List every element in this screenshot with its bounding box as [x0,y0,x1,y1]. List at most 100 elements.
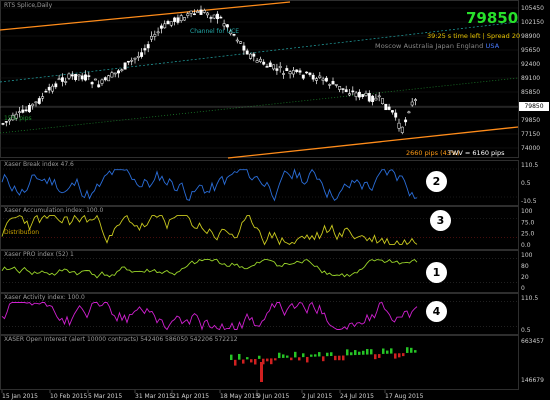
city-england: England [456,42,486,50]
oi-bar [402,353,405,357]
price-tag: 79850 [519,102,549,111]
oi-bar [370,349,373,355]
oi-bar [258,355,261,359]
candle-body [107,75,111,82]
pips-text: 2660 pips [406,149,439,157]
pane-subtitle: Distribution [4,229,39,236]
candle-body [51,85,54,92]
pane-title: XASER Open Interest (alert 10000 contrac… [4,336,238,343]
time-left: 39:25 s time left | Spread 20 [427,32,521,40]
trading-chart[interactable]: 1054501021509890095650924008910085850826… [0,0,550,400]
candle-body [371,95,375,102]
oi-bar [334,355,337,361]
oi-bar [274,358,277,361]
pane-title: Xaser Activity index: 100.0 [4,294,85,301]
candle-body [183,17,186,21]
candle-body [103,77,107,81]
oi-bar [386,350,389,354]
oi-bar [414,350,417,353]
candle-body [305,71,309,74]
pane-tick-label: 663457 [521,338,544,345]
current-price: 79850 [466,9,519,27]
candle-body [123,62,127,70]
candle-body [216,13,219,20]
oi-bar [230,354,233,360]
price-tick-label: 92400 [521,61,540,68]
price-tick-label: 85850 [521,89,540,96]
oi-bar [270,358,273,365]
time-tick-label: 5 Mar 2015 [88,393,122,400]
candle-body [407,111,411,114]
candle-body [110,72,114,78]
candle-body [41,96,45,99]
candle-body [153,34,157,37]
candle-body [1,123,5,125]
oi-bar [378,354,381,358]
time-left-text: 39:25 s time left [427,32,481,40]
time-tick-label: 24 Jul 2015 [340,393,374,400]
candle-body [410,101,414,106]
candle-body [159,25,163,29]
candle-body [60,77,64,82]
oi-bar [314,354,317,357]
candle-body [54,83,58,88]
candle-body [285,68,289,71]
candle-body [120,69,124,72]
candle-body [348,93,351,96]
dn-label: 15% pips [4,115,32,122]
candle-body [275,68,279,71]
price-tick-label: 77150 [521,131,540,138]
oi-bar [394,353,397,359]
candle-body [315,78,318,81]
candle-body [321,78,325,81]
oi-bar [366,349,369,355]
oi-bar [266,358,269,362]
pane-tick-label: 0 [521,285,525,292]
candle-body [268,62,272,68]
oi-bar [358,351,361,355]
pane-badge-activity: 4 [426,301,447,322]
city-australia: Australia [403,42,436,50]
candle-body [202,10,206,13]
candle-body [143,48,147,51]
candle-body [140,52,144,57]
city-usa: USA [485,42,500,50]
pane-badge-accum: 3 [430,210,451,231]
price-tick-label: 95650 [521,47,540,54]
candle-body [163,23,167,29]
oi-bar [234,359,237,366]
candle-body [390,110,394,113]
candle-body [341,88,345,90]
candle-body [117,70,120,74]
session-cities: Moscow Australia Japan England USA [375,42,499,50]
price-tick-label: 102150 [521,19,544,26]
candle-body [387,106,391,110]
candle-body [361,94,365,97]
oi-bar [322,356,325,362]
price-tick-label: 79850 [521,117,540,124]
candle-body [156,31,160,34]
candle-body [34,101,38,104]
candle-body [262,61,266,65]
city-japan: Japan [435,42,457,50]
candle-body [225,24,229,28]
candle-body [288,71,292,75]
candle-body [24,109,28,112]
time-tick-label: 17 Aug 2015 [385,393,424,400]
time-tick-label: 15 Jan 2015 [2,393,38,400]
candle-body [37,98,41,104]
pane-tick-label: 110.5 [521,162,538,169]
candle-body [394,112,398,118]
time-tick-label: 21 Apr 2015 [172,393,209,400]
pane-title: Xaser PRO index (52) 1 [4,251,74,258]
oi-bar [398,353,401,358]
pane-tick-label: 100 [521,252,533,259]
pane-tick-label: 0.0 [521,242,531,249]
candle-body [74,73,78,81]
candle-body [364,92,368,96]
pane-tick-label: 80 [521,263,529,270]
candle-body [136,56,140,58]
price-tick-label: 98900 [521,33,540,40]
candle-body [77,74,81,77]
candle-body [169,21,173,26]
